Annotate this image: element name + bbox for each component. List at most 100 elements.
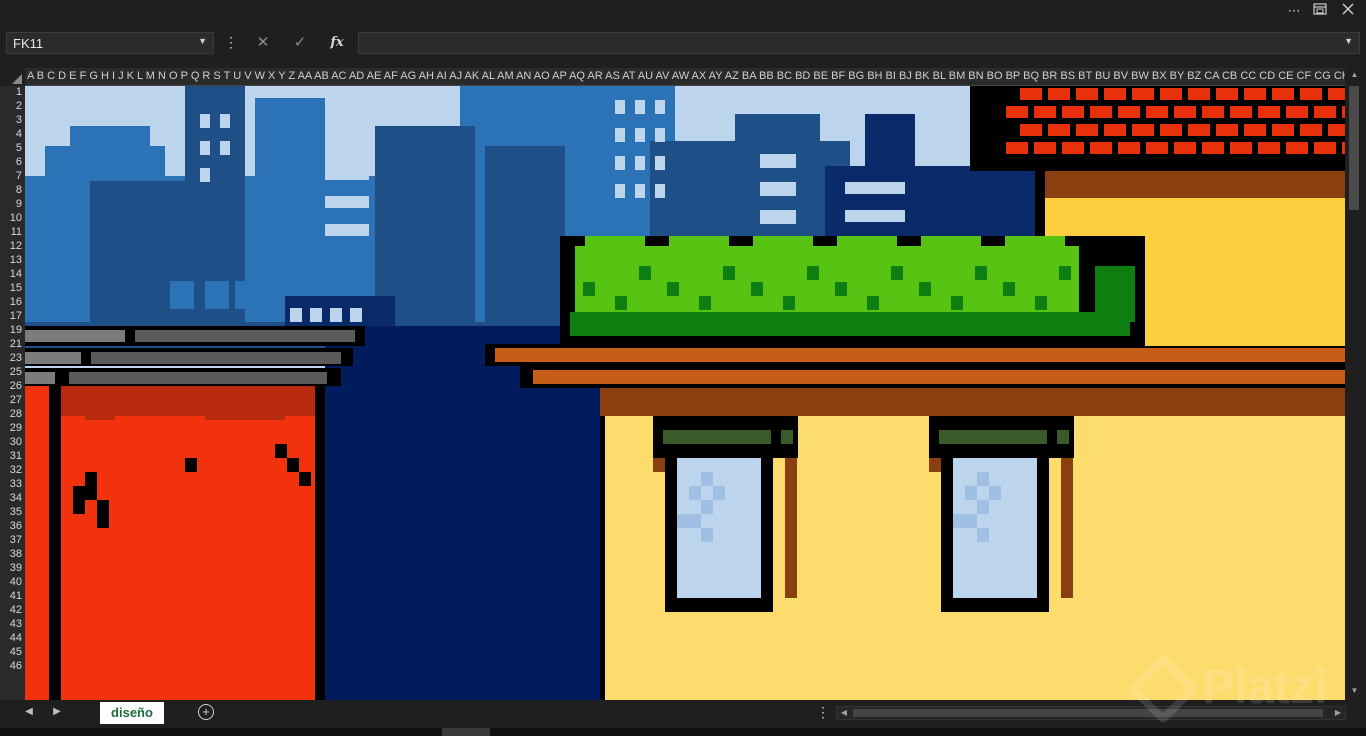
gray-ledge (69, 372, 327, 384)
tab-more-icon[interactable]: ⋮ (816, 704, 830, 721)
row-header[interactable]: 19 (0, 324, 22, 337)
roof-tile (1132, 124, 1154, 136)
title-bar: ⋯ (0, 0, 1366, 22)
roof-tile (1104, 88, 1126, 100)
name-box[interactable]: FK11 ▼ (6, 32, 214, 54)
row-header[interactable]: 26 (0, 380, 22, 393)
next-sheet-icon[interactable]: ▶ (50, 706, 64, 717)
row-header[interactable]: 27 (0, 394, 22, 407)
row-header[interactable]: 44 (0, 632, 22, 645)
roof-tile (1286, 106, 1308, 118)
row-header[interactable]: 45 (0, 646, 22, 659)
row-header[interactable]: 7 (0, 170, 22, 183)
column-header-labels: A B C D E F G H I J K L M N O P Q R S T … (27, 70, 1345, 82)
hedge-bush (669, 236, 729, 250)
roof-tile (1076, 124, 1098, 136)
row-header[interactable]: 42 (0, 604, 22, 617)
roof-tile (1146, 106, 1168, 118)
column-headers[interactable]: A B C D E F G H I J K L M N O P Q R S T … (25, 68, 1345, 86)
row-header[interactable]: 8 (0, 184, 22, 197)
vertical-scroll-thumb[interactable] (1349, 86, 1359, 210)
row-header[interactable]: 4 (0, 128, 22, 141)
row-header[interactable]: 43 (0, 618, 22, 631)
horizontal-scroll-thumb[interactable] (853, 709, 1323, 717)
row-header[interactable]: 25 (0, 366, 22, 379)
roof-tile (1132, 88, 1154, 100)
row-header[interactable]: 36 (0, 520, 22, 533)
gray-ledge (25, 330, 125, 342)
hedge-bush (1005, 236, 1065, 250)
chevron-down-icon[interactable]: ▼ (198, 36, 207, 46)
building-window (635, 100, 645, 114)
close-window-icon[interactable] (1338, 2, 1358, 20)
row-header[interactable]: 35 (0, 506, 22, 519)
row-header[interactable]: 32 (0, 464, 22, 477)
hedge-shade (667, 282, 679, 296)
sheet-tab-diseno[interactable]: diseño (100, 702, 164, 724)
add-sheet-icon[interactable]: + (198, 704, 214, 720)
enter-icon[interactable]: ✓ (285, 32, 315, 54)
row-header[interactable]: 5 (0, 142, 22, 155)
more-options-icon[interactable]: ⋯ (1284, 2, 1304, 20)
formula-bar-more-icon[interactable]: ⋮ (224, 34, 238, 51)
scroll-up-icon[interactable]: ▲ (1347, 70, 1362, 79)
row-header[interactable]: 34 (0, 492, 22, 505)
row-header[interactable]: 16 (0, 296, 22, 309)
row-header[interactable]: 29 (0, 422, 22, 435)
scroll-left-icon[interactable]: ◀ (837, 707, 851, 719)
building-window (845, 210, 905, 222)
hedge-shade (891, 266, 903, 280)
wall-crack (73, 500, 85, 514)
row-header[interactable]: 9 (0, 198, 22, 211)
row-headers[interactable]: 1 2 3 4 5 6 7 8 9 10 11 12 13 14 15 16 17 19 21 23 25 26 27 28 2… (0, 86, 25, 700)
chevron-down-icon[interactable]: ▼ (1344, 36, 1353, 46)
hedge-shade (783, 296, 795, 310)
insert-function-icon[interactable]: fx (322, 32, 352, 54)
row-header[interactable]: 46 (0, 660, 22, 673)
row-header[interactable]: 11 (0, 226, 22, 239)
row-header[interactable]: 10 (0, 212, 22, 225)
row-header[interactable]: 38 (0, 548, 22, 561)
row-header[interactable]: 31 (0, 450, 22, 463)
worksheet-grid[interactable]: A B C D E F G H I J K L M N O P Q R S T … (0, 64, 1366, 700)
roof-tile (1216, 88, 1238, 100)
row-header[interactable]: 21 (0, 338, 22, 351)
red-wall-shade (205, 406, 285, 420)
row-header[interactable]: 41 (0, 590, 22, 603)
row-header[interactable]: 6 (0, 156, 22, 169)
hedge-bush (837, 236, 897, 250)
building-window (350, 308, 362, 322)
row-header[interactable]: 14 (0, 268, 22, 281)
roof-tile (1006, 142, 1028, 154)
row-header[interactable]: 40 (0, 576, 22, 589)
row-header[interactable]: 2 (0, 100, 22, 113)
horizontal-scrollbar[interactable]: ◀ ▶ (836, 706, 1346, 720)
house-eave (1045, 171, 1345, 201)
row-header[interactable]: 28 (0, 408, 22, 421)
restore-window-icon[interactable] (1310, 2, 1330, 20)
row-header[interactable]: 15 (0, 282, 22, 295)
row-header[interactable]: 17 (0, 310, 22, 323)
vertical-scrollbar[interactable]: ▲ ▼ (1347, 68, 1362, 700)
prev-sheet-icon[interactable]: ◀ (22, 706, 36, 717)
roof-tile (1020, 124, 1042, 136)
row-header[interactable]: 37 (0, 534, 22, 547)
scroll-right-icon[interactable]: ▶ (1331, 707, 1345, 719)
row-header[interactable]: 39 (0, 562, 22, 575)
cancel-icon[interactable]: ✕ (248, 32, 278, 54)
row-header[interactable]: 30 (0, 436, 22, 449)
row-header[interactable]: 33 (0, 478, 22, 491)
row-header[interactable]: 3 (0, 114, 22, 127)
taskbar-thumb (442, 728, 490, 736)
roof-tile (1328, 88, 1345, 100)
scroll-down-icon[interactable]: ▼ (1347, 686, 1362, 695)
window-shutter (939, 430, 1047, 444)
row-header[interactable]: 23 (0, 352, 22, 365)
roof-tile (1300, 124, 1322, 136)
select-all-corner[interactable] (6, 68, 24, 86)
formula-input[interactable]: ▼ (358, 32, 1360, 54)
row-header[interactable]: 1 (0, 86, 22, 99)
row-header[interactable]: 13 (0, 254, 22, 267)
row-header[interactable]: 12 (0, 240, 22, 253)
roof-tile (1244, 88, 1266, 100)
